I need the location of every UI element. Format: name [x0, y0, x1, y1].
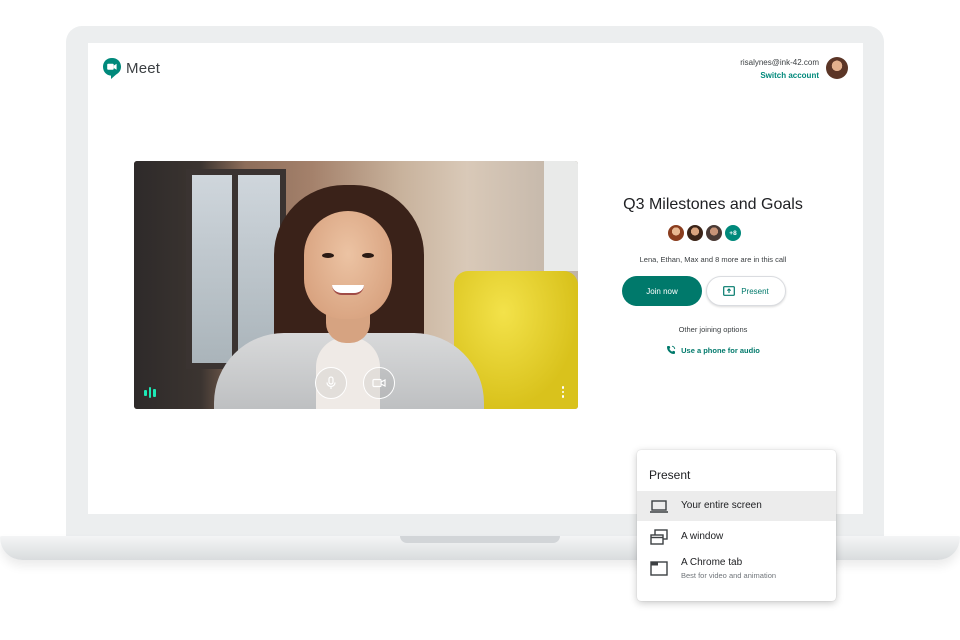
- participant-avatar: [668, 225, 684, 241]
- phone-icon: [667, 345, 676, 354]
- account-avatar[interactable]: [826, 57, 848, 79]
- chrome-tab-icon: [650, 561, 668, 576]
- present-option-label: Your entire screen: [681, 500, 762, 511]
- video-person-face: [304, 211, 392, 319]
- participant-avatar: [706, 225, 722, 241]
- video-person-eye: [322, 253, 334, 258]
- phone-link-label: Use a phone for audio: [681, 345, 760, 355]
- video-person-smile: [332, 285, 364, 295]
- microphone-icon: [326, 376, 336, 389]
- more-participants-badge: +8: [725, 225, 741, 241]
- video-shelf: [544, 161, 578, 271]
- video-window-bar: [232, 169, 238, 369]
- self-video-preview: [134, 161, 578, 409]
- present-menu-title: Present: [649, 468, 691, 482]
- meeting-title: Q3 Milestones and Goals: [623, 196, 803, 213]
- meet-logo[interactable]: Meet: [102, 57, 160, 80]
- present-screen-icon: [723, 286, 736, 296]
- camera-icon: [372, 378, 386, 388]
- audio-level-icon: [144, 387, 156, 398]
- present-button-label: Present: [741, 286, 769, 296]
- monitor-icon: [650, 500, 668, 513]
- present-option-label: A window: [681, 531, 724, 542]
- present-option-sublabel: Best for video and animation: [681, 571, 777, 580]
- stage: Meet risalynes@ink-42.com Switch account: [0, 0, 960, 640]
- switch-account-link[interactable]: Switch account: [740, 71, 819, 80]
- present-menu: Present Your entire screen A window A Ch…: [637, 450, 836, 601]
- more-options-icon[interactable]: [561, 386, 564, 398]
- camera-toggle-button[interactable]: [363, 367, 395, 399]
- window-icon: [650, 529, 668, 545]
- account-info: risalynes@ink-42.com Switch account: [740, 58, 819, 80]
- account-email: risalynes@ink-42.com: [740, 58, 819, 67]
- laptop-notch: [400, 536, 560, 543]
- participant-avatars: +8: [668, 225, 741, 241]
- meet-logo-icon: [102, 57, 122, 80]
- participant-avatar: [687, 225, 703, 241]
- meet-screen: Meet risalynes@ink-42.com Switch account: [88, 43, 863, 514]
- app-name: Meet: [126, 60, 161, 77]
- present-button[interactable]: Present: [706, 276, 786, 306]
- present-option-chrome-tab[interactable]: A Chrome tab Best for video and animatio…: [637, 554, 836, 588]
- use-phone-audio-link[interactable]: Use a phone for audio: [598, 345, 828, 355]
- microphone-toggle-button[interactable]: [315, 367, 347, 399]
- in-call-text: Lena, Ethan, Max and 8 more are in this …: [639, 255, 787, 264]
- video-person-eye: [362, 253, 374, 258]
- present-option-window[interactable]: A window: [637, 525, 836, 549]
- present-option-label: A Chrome tab: [681, 557, 743, 568]
- present-option-entire-screen[interactable]: Your entire screen: [637, 491, 836, 521]
- other-joining-options-label: Other joining options: [678, 325, 748, 334]
- join-now-button[interactable]: Join now: [622, 276, 702, 306]
